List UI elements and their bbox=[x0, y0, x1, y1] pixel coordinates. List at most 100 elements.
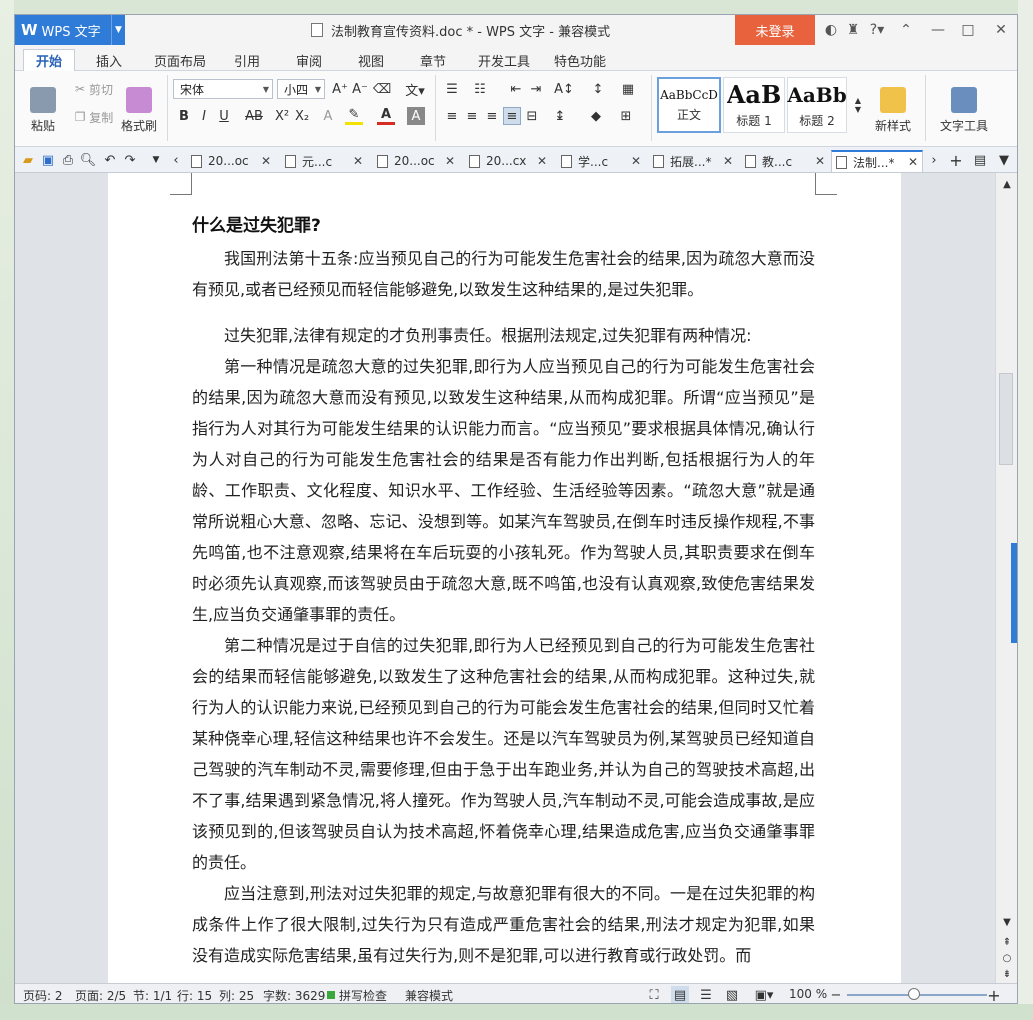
borders-icon[interactable]: ⊞ bbox=[617, 107, 635, 125]
tab-references[interactable]: 引用 bbox=[225, 49, 269, 71]
help-icon[interactable]: ?▾ bbox=[865, 15, 889, 45]
highlight-icon[interactable]: ✎ bbox=[345, 107, 363, 125]
shrink-font-icon[interactable]: A⁻ bbox=[351, 80, 369, 98]
justify-icon[interactable]: ≡ bbox=[503, 107, 521, 125]
format-painter-button[interactable]: 格式刷 bbox=[117, 79, 161, 141]
doc-tab[interactable]: 教...c ✕ bbox=[741, 150, 829, 172]
maximize-icon[interactable]: □ bbox=[957, 15, 979, 45]
grow-font-icon[interactable]: A⁺ bbox=[331, 80, 349, 98]
zoom-slider-handle[interactable] bbox=[908, 988, 920, 1000]
close-tab-icon[interactable]: ✕ bbox=[261, 154, 271, 168]
font-size-select[interactable]: 小四 ▼ bbox=[277, 79, 325, 99]
save-icon[interactable]: ▣ bbox=[39, 151, 57, 169]
new-tab-icon[interactable]: + bbox=[947, 151, 965, 170]
doc-tab-active[interactable]: 法制...* ✕ bbox=[831, 150, 923, 172]
numbered-list-icon[interactable]: ☷ bbox=[471, 80, 489, 98]
close-tab-icon[interactable]: ✕ bbox=[353, 154, 363, 168]
outline-view-icon[interactable]: ☰ bbox=[697, 986, 715, 1003]
print-preview-icon[interactable]: 🔍︎ bbox=[79, 151, 97, 169]
align-right-icon[interactable]: ≡ bbox=[483, 107, 501, 125]
bold-icon[interactable]: B bbox=[175, 107, 193, 125]
clear-format-icon[interactable]: ⌫ bbox=[373, 80, 391, 98]
doc-tab[interactable]: 元...c ✕ bbox=[281, 150, 367, 172]
open-folder-icon[interactable]: ▰ bbox=[19, 151, 37, 169]
text-direction-icon[interactable]: A↕ bbox=[551, 80, 577, 98]
tab-view[interactable]: 视图 bbox=[349, 49, 393, 71]
phonetic-guide-icon[interactable]: 文▾ bbox=[401, 80, 429, 99]
web-view-icon[interactable]: ▧ bbox=[723, 986, 741, 1003]
font-color-icon[interactable]: A bbox=[377, 107, 395, 125]
text-tools-button[interactable]: 文字工具 bbox=[931, 79, 997, 141]
next-page-icon[interactable]: ⇟ bbox=[998, 965, 1016, 983]
distributed-align-icon[interactable]: ⊟ bbox=[523, 107, 541, 125]
close-tab-icon[interactable]: ✕ bbox=[631, 154, 641, 168]
superscript-icon[interactable]: X² bbox=[273, 107, 291, 125]
collapse-ribbon-icon[interactable]: ⌃ bbox=[895, 15, 917, 45]
status-page[interactable]: 页面: 2/5 bbox=[75, 987, 126, 1003]
style-normal[interactable]: AaBbCcD 正文 bbox=[657, 77, 721, 133]
text-effect-icon[interactable]: A bbox=[319, 107, 337, 125]
new-style-button[interactable]: 新样式 bbox=[867, 79, 919, 141]
close-tab-icon[interactable]: ✕ bbox=[815, 154, 825, 168]
increase-indent-icon[interactable]: ⇥ bbox=[527, 80, 545, 98]
italic-icon[interactable]: I bbox=[195, 107, 213, 125]
close-tab-icon[interactable]: ✕ bbox=[537, 154, 547, 168]
page-view-icon[interactable]: ▤ bbox=[671, 986, 689, 1003]
style-heading-2[interactable]: AaBb 标题 2 bbox=[787, 77, 847, 133]
tab-special[interactable]: 特色功能 bbox=[547, 49, 613, 71]
line-spacing-icon[interactable]: ↨ bbox=[551, 107, 569, 125]
underline-icon[interactable]: U bbox=[215, 107, 233, 125]
align-left-icon[interactable]: ≡ bbox=[443, 107, 461, 125]
doc-tab[interactable]: 20...cx ✕ bbox=[465, 150, 551, 172]
strikethrough-icon[interactable]: AB bbox=[241, 107, 267, 125]
scroll-down-icon[interactable]: ▼ bbox=[998, 913, 1016, 931]
side-panel-toggle[interactable] bbox=[1011, 543, 1017, 643]
wps-menu-button[interactable]: W WPS 文字 bbox=[15, 15, 125, 45]
print-icon[interactable]: ⎙ bbox=[59, 151, 77, 169]
doc-tab[interactable]: 20...oc ✕ bbox=[187, 150, 275, 172]
shirt-icon[interactable]: ♜ bbox=[843, 15, 863, 45]
tab-insert[interactable]: 插入 bbox=[87, 49, 131, 71]
status-word-count[interactable]: 字数: 3629 bbox=[263, 987, 325, 1003]
tab-scroll-right-icon[interactable]: › bbox=[925, 151, 943, 169]
cut-button[interactable]: ✂ 剪切 bbox=[69, 79, 119, 99]
document-page[interactable]: 什么是过失犯罪? 我国刑法第十五条:应当预见自己的行为可能发生危害社会的结果,因… bbox=[108, 173, 901, 983]
tab-review[interactable]: 审阅 bbox=[287, 49, 331, 71]
char-shading-icon[interactable]: A bbox=[407, 107, 425, 125]
doc-tab[interactable]: 拓展...* ✕ bbox=[649, 150, 737, 172]
quick-access-dropdown-icon[interactable]: ▼ bbox=[147, 151, 165, 169]
skin-icon[interactable]: ◐ bbox=[821, 15, 841, 45]
reading-mode-icon[interactable]: ▣▾ bbox=[751, 986, 777, 1003]
tab-developer[interactable]: 开发工具 bbox=[471, 49, 537, 71]
close-tab-icon[interactable]: ✕ bbox=[908, 155, 918, 169]
tab-list-icon[interactable]: ▤ bbox=[971, 151, 989, 169]
style-heading-1[interactable]: AaB 标题 1 bbox=[723, 77, 785, 133]
align-center-icon[interactable]: ≡ bbox=[463, 107, 481, 125]
status-spell-check[interactable]: 拼写检查 bbox=[339, 987, 387, 1003]
doc-tab[interactable]: 学...c ✕ bbox=[557, 150, 645, 172]
tab-chapter[interactable]: 章节 bbox=[411, 49, 455, 71]
tab-settings-icon[interactable]: ▼ bbox=[995, 151, 1013, 169]
font-family-select[interactable]: 宋体 ▼ bbox=[173, 79, 273, 99]
bullet-list-icon[interactable]: ☰ bbox=[443, 80, 461, 98]
zoom-level[interactable]: 100 % bbox=[789, 987, 827, 1001]
redo-icon[interactable]: ↷ bbox=[121, 151, 139, 169]
close-tab-icon[interactable]: ✕ bbox=[723, 154, 733, 168]
minimize-icon[interactable]: — bbox=[927, 15, 949, 45]
undo-icon[interactable]: ↶ bbox=[101, 151, 119, 169]
login-button[interactable]: 未登录 bbox=[735, 15, 815, 45]
scroll-up-icon[interactable]: ▲ bbox=[998, 175, 1016, 193]
copy-button[interactable]: ❐ 复制 bbox=[69, 107, 119, 127]
tab-page-layout[interactable]: 页面布局 bbox=[147, 49, 213, 71]
tab-home[interactable]: 开始 bbox=[23, 49, 75, 71]
tab-scroll-left-icon[interactable]: ‹ bbox=[167, 151, 185, 169]
paste-button[interactable]: 粘贴 bbox=[23, 79, 63, 141]
table-borders-icon[interactable]: ▦ bbox=[619, 80, 637, 98]
subscript-icon[interactable]: X₂ bbox=[293, 107, 311, 125]
full-screen-view-icon[interactable]: ⛶ bbox=[645, 986, 663, 1003]
decrease-indent-icon[interactable]: ⇤ bbox=[507, 80, 525, 98]
style-gallery-scroll[interactable]: ▲ ▼ bbox=[849, 79, 867, 131]
wps-menu-dropdown-icon[interactable]: ▼ bbox=[111, 15, 125, 45]
sort-icon[interactable]: ↕ bbox=[589, 80, 607, 98]
zoom-in-icon[interactable]: + bbox=[985, 986, 1003, 1004]
